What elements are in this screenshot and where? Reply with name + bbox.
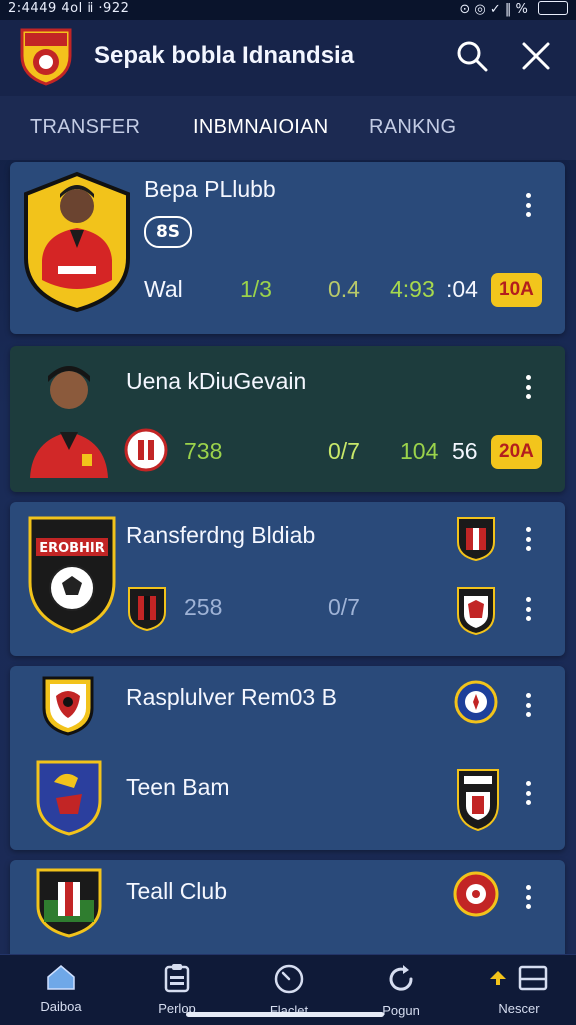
- more-options-button[interactable]: [518, 882, 538, 912]
- stat-value: 104: [400, 438, 439, 464]
- club-crest-icon: [128, 587, 166, 632]
- more-options-button[interactable]: [518, 190, 538, 220]
- club-card[interactable]: Teall Club: [10, 860, 565, 960]
- club-card[interactable]: Rasplulver Rem03 B Teen Bam: [10, 666, 565, 850]
- status-icons: ⊙ ◎ ✓ ‖ %: [459, 2, 528, 17]
- nav-item-refresh[interactable]: Pogun: [356, 963, 446, 1018]
- stat-label: Wal: [144, 276, 183, 302]
- app-header: Sepak bobla Idnandsia: [0, 20, 576, 96]
- club-crest-icon: [457, 587, 495, 636]
- battery-icon: [538, 1, 568, 15]
- inbox-icon: [490, 965, 548, 991]
- search-icon: [457, 41, 488, 72]
- player-name: Bepa PLlubb: [144, 176, 276, 202]
- club-name: Teall Club: [126, 878, 227, 904]
- club-crest-icon: [453, 871, 499, 917]
- club-crest-icon: [36, 760, 102, 836]
- tab-transfer[interactable]: TRANSFER: [30, 116, 140, 139]
- home-icon: [47, 965, 75, 990]
- price-badge: 20A: [491, 435, 542, 469]
- clipboard-icon: [164, 964, 190, 993]
- stat-value: 1/3: [240, 276, 272, 302]
- status-indicators: ⊙ ◎ ✓ ‖ %: [459, 1, 568, 17]
- club-crest-icon: [454, 680, 498, 724]
- nav-item-profile[interactable]: Perlop: [132, 963, 222, 1016]
- app-title: Sepak bobla Idnandsia: [94, 42, 355, 69]
- club-name: Teen Bam: [126, 774, 230, 800]
- price-badge: 10A: [491, 273, 542, 307]
- stat-value: :04: [446, 276, 478, 302]
- club-crest-icon: [124, 428, 168, 472]
- crest-text: EROBHIR: [39, 541, 105, 556]
- tab-ranking[interactable]: RANKNG: [369, 116, 456, 139]
- stat-value: 0/7: [328, 594, 360, 620]
- club-card[interactable]: EROBHIR Ransferdng Bldiab 258 0/7: [10, 502, 565, 656]
- club-crest-icon: [457, 769, 499, 832]
- club-crest-icon: [457, 517, 495, 562]
- more-options-button[interactable]: [518, 594, 538, 624]
- tab-information[interactable]: INBMNAIOIAN: [193, 116, 329, 139]
- player-photo-icon: [24, 171, 130, 312]
- club-crest-icon: [36, 868, 102, 938]
- stat-value: 56: [452, 438, 478, 464]
- nav-item-news[interactable]: Nescer: [474, 963, 564, 1016]
- stat-value: 0.4: [328, 276, 360, 302]
- tab-bar: TRANSFER INBMNAIOIAN RANKNG: [0, 96, 576, 160]
- close-icon: [522, 42, 550, 70]
- club-name: Ransferdng Bldiab: [126, 522, 316, 548]
- club-name: Rasplulver Rem03 B: [126, 684, 337, 710]
- stat-value: 4:93: [390, 276, 435, 302]
- status-bar: 2:4449 4ol ⅱ ·922 ⊙ ◎ ✓ ‖ %: [0, 0, 576, 20]
- nav-item-fixtures[interactable]: Flaclet: [244, 963, 334, 1018]
- club-crest-icon: [42, 676, 94, 736]
- player-photo-icon: [30, 366, 108, 478]
- football-crest-icon: EROBHIR: [28, 516, 116, 634]
- status-time: 2:4449 4ol ⅱ ·922: [8, 1, 130, 16]
- more-options-button[interactable]: [518, 690, 538, 720]
- stat-value: 258: [184, 594, 223, 620]
- more-options-button[interactable]: [518, 372, 538, 402]
- nav-item-dashboard[interactable]: Daiboa: [16, 963, 106, 1014]
- app-logo-icon: [20, 28, 72, 86]
- refresh-icon: [389, 965, 413, 991]
- stopwatch-icon: [274, 964, 304, 994]
- stat-value: 0/7: [328, 438, 360, 464]
- rating-pill: 8S: [144, 216, 192, 248]
- more-options-button[interactable]: [518, 778, 538, 808]
- more-options-button[interactable]: [518, 524, 538, 554]
- player-card[interactable]: Uena kDiuGevain 738 0/7 104 56 20A: [10, 346, 565, 492]
- home-indicator: [186, 1012, 384, 1017]
- player-card[interactable]: Bepa PLlubb 8S Wal 1/3 0.4 4:93 :04 10A: [10, 162, 565, 334]
- nav-label: Nescer: [498, 1001, 540, 1016]
- close-button[interactable]: [516, 36, 556, 76]
- stat-value: 738: [184, 438, 223, 464]
- search-button[interactable]: [452, 36, 492, 76]
- nav-label: Daiboa: [40, 999, 82, 1014]
- player-name: Uena kDiuGevain: [126, 368, 307, 394]
